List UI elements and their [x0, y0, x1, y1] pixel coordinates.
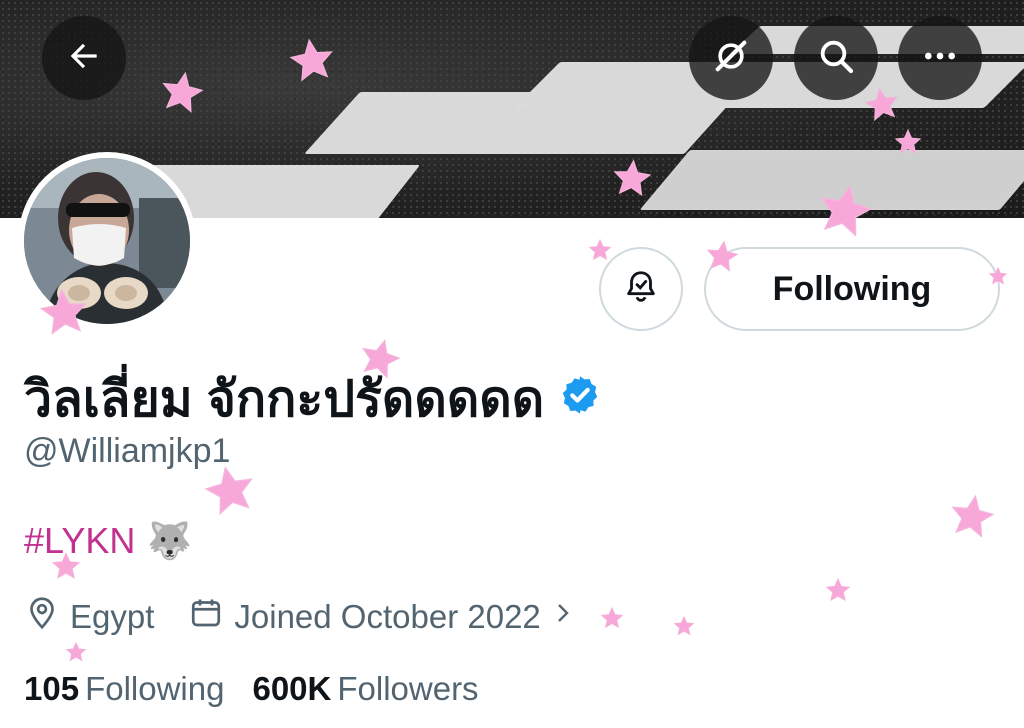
- star-icon: [706, 240, 739, 272]
- bell-check-icon: [622, 268, 660, 311]
- following-count: 105: [24, 670, 80, 707]
- star-icon: [162, 71, 204, 113]
- back-arrow-icon: [65, 37, 103, 80]
- grok-icon: [711, 36, 751, 81]
- search-icon: [816, 36, 856, 81]
- verified-badge-icon[interactable]: [558, 371, 602, 429]
- followers-count: 600K: [252, 670, 332, 707]
- star-icon: [613, 159, 652, 197]
- search-button[interactable]: [794, 16, 878, 100]
- star-icon: [864, 87, 899, 122]
- star-icon: [289, 38, 333, 82]
- back-button[interactable]: [42, 16, 126, 100]
- more-button[interactable]: [898, 16, 982, 100]
- star-icon: [825, 577, 851, 602]
- following-button[interactable]: Following: [704, 247, 1000, 331]
- more-icon: [920, 36, 960, 81]
- chevron-right-icon: [551, 598, 575, 636]
- join-date-text: Joined October 2022: [234, 598, 541, 635]
- star-icon: [820, 184, 873, 237]
- star-icon: [588, 238, 612, 261]
- wolf-emoji: 🐺: [147, 520, 193, 561]
- join-date[interactable]: Joined October 2022: [188, 595, 574, 639]
- star-icon: [673, 615, 695, 636]
- star-icon: [204, 466, 253, 516]
- followers-label: Followers: [337, 670, 479, 707]
- following-label: Following: [85, 670, 225, 707]
- followers-stat[interactable]: 600K Followers: [252, 670, 478, 708]
- star-icon: [951, 494, 995, 538]
- grok-button[interactable]: [689, 16, 773, 100]
- star-icon: [51, 551, 81, 579]
- bio: #LYKN 🐺: [24, 520, 192, 562]
- star-icon: [894, 128, 922, 155]
- star-icon: [988, 266, 1008, 285]
- following-stat[interactable]: 105 Following: [24, 670, 224, 708]
- star-icon: [65, 641, 87, 662]
- display-name-row: วิลเลี่ยม จักกะปรัดดดดด: [24, 360, 602, 439]
- star-icon: [39, 288, 88, 335]
- location-pin-icon: [24, 595, 60, 639]
- location: Egypt: [24, 595, 154, 639]
- profile-meta: Egypt Joined October 2022: [24, 595, 575, 639]
- location-text: Egypt: [70, 598, 155, 635]
- display-name: วิลเลี่ยม จักกะปรัดดดดด: [24, 371, 545, 427]
- calendar-icon: [188, 595, 224, 639]
- username: @Williamjkp1: [24, 432, 231, 470]
- follow-stats: 105 Following 600K Followers: [24, 670, 479, 708]
- star-icon: [600, 606, 624, 629]
